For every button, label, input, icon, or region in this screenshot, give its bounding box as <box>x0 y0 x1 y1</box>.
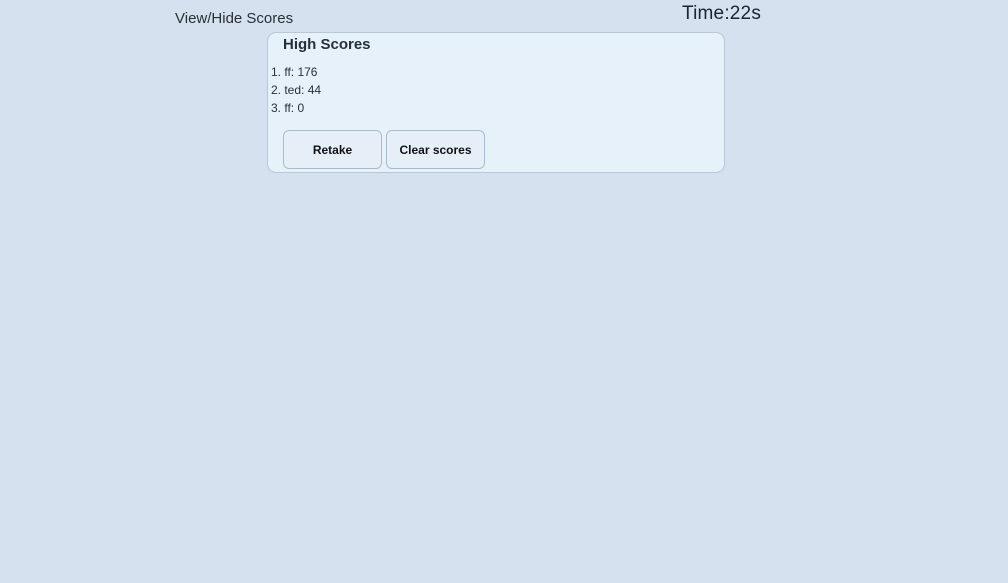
score-entry: 2. ted: 44 <box>271 83 322 97</box>
score-entry: 1. ff: 176 <box>271 65 318 79</box>
score-entry: 3. ff: 0 <box>271 101 305 115</box>
page-root: View/Hide Scores Time:22s High Scores 1.… <box>0 0 1008 583</box>
clear-scores-button[interactable]: Clear scores <box>386 130 485 169</box>
high-scores-title: High Scores <box>283 36 371 53</box>
view-hide-scores-link[interactable]: View/Hide Scores <box>175 10 293 27</box>
scores-list: 1. ff: 176 2. ted: 44 3. ff: 0 <box>271 63 321 117</box>
high-scores-panel: High Scores 1. ff: 176 2. ted: 44 3. ff:… <box>267 32 725 173</box>
retake-button[interactable]: Retake <box>283 130 382 169</box>
timer-display: Time:22s <box>682 3 762 24</box>
